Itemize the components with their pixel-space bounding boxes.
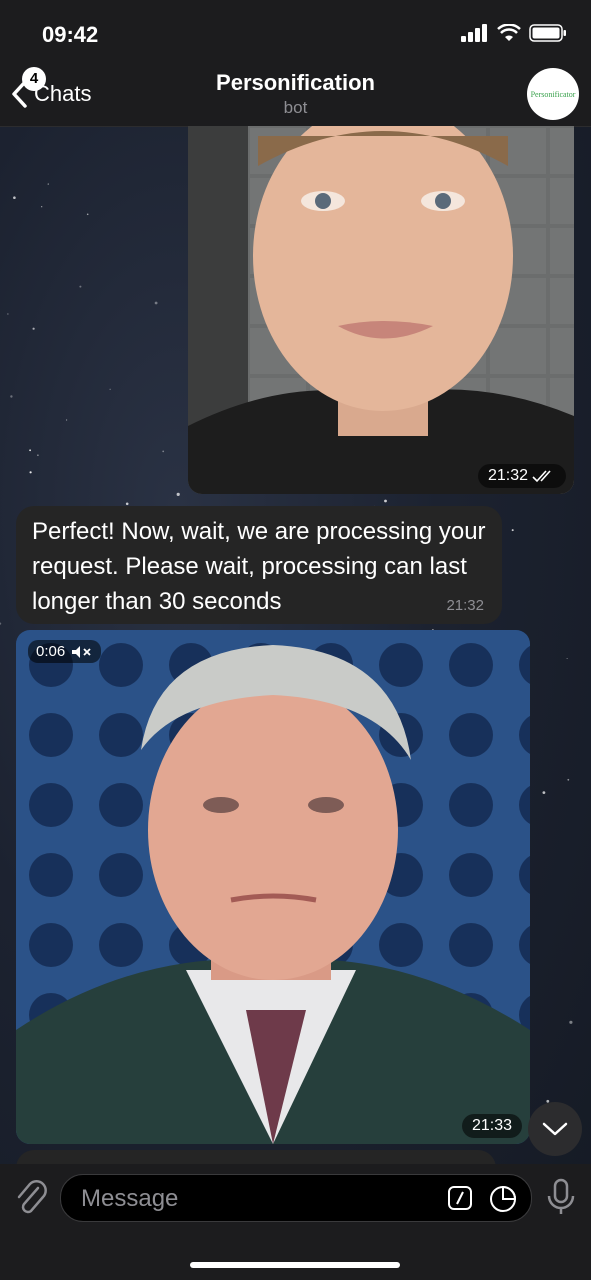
star-dot xyxy=(13,196,16,199)
avatar-logo-text: Personificator xyxy=(530,89,576,99)
chevron-down-icon xyxy=(542,1122,568,1136)
star-dot xyxy=(0,622,2,625)
star-dot xyxy=(10,395,13,398)
message-input[interactable] xyxy=(79,1183,423,1215)
photo-time-pill: 21:32 xyxy=(477,464,566,488)
star-dot xyxy=(109,388,111,390)
wifi-icon xyxy=(497,24,521,41)
message-text: Perfect! Now, wait, we are processing yo… xyxy=(32,518,486,615)
home-indicator xyxy=(190,1262,400,1268)
video-duration: 0:06 xyxy=(36,643,66,660)
slash-command-icon[interactable] xyxy=(447,1185,473,1211)
sticker-icon[interactable] xyxy=(489,1185,517,1213)
star-dot xyxy=(41,206,43,208)
signal-icon xyxy=(461,24,487,42)
star-dot xyxy=(511,529,514,532)
status-icons xyxy=(461,24,567,42)
star-dot xyxy=(86,213,89,216)
battery-icon xyxy=(529,24,566,42)
muted-speaker-icon xyxy=(72,645,91,658)
star-dot xyxy=(566,658,568,659)
star-dot xyxy=(32,327,35,330)
chat-subtitle: bot xyxy=(283,98,308,117)
paperclip-icon[interactable] xyxy=(14,1178,48,1218)
video-time-pill: 21:33 xyxy=(461,1114,522,1138)
star-dot xyxy=(569,1020,573,1024)
star-dot xyxy=(176,492,180,496)
star-dot xyxy=(567,778,570,781)
photo-time: 21:32 xyxy=(487,467,528,484)
chat-title[interactable]: Personification xyxy=(0,70,591,96)
scroll-down-button[interactable] xyxy=(528,1102,582,1156)
star-dot xyxy=(7,313,9,315)
star-dot xyxy=(37,454,39,457)
video-content xyxy=(16,630,530,1144)
star-dot xyxy=(47,183,49,185)
star-dot xyxy=(29,471,32,474)
status-bar: 09:42 xyxy=(0,0,591,62)
message-time: 21:32 xyxy=(446,597,484,614)
avatar[interactable]: Personificator xyxy=(527,68,579,120)
video-duration-badge: 0:06 xyxy=(28,640,102,663)
video-time: 21:33 xyxy=(471,1117,512,1134)
message-field[interactable] xyxy=(60,1174,532,1222)
status-time: 09:42 xyxy=(42,22,99,47)
star-dot xyxy=(66,419,68,421)
double-check-icon xyxy=(532,470,551,483)
microphone-icon[interactable] xyxy=(546,1178,576,1216)
star-dot xyxy=(154,301,158,305)
bot-video-message[interactable]: 0:06 21:33 xyxy=(16,630,530,1144)
bot-text-message[interactable]: Perfect! Now, wait, we are processing yo… xyxy=(16,506,502,624)
star-dot xyxy=(384,499,387,503)
star-dot xyxy=(29,449,31,452)
chat-header: Chats 4 Personification bot Personificat… xyxy=(0,62,591,127)
star-dot xyxy=(542,791,546,794)
star-dot xyxy=(125,502,129,506)
star-dot xyxy=(162,450,165,453)
star-dot xyxy=(79,285,82,288)
outgoing-photo-message[interactable]: 21:32 xyxy=(188,126,574,494)
photo-content xyxy=(188,126,574,494)
